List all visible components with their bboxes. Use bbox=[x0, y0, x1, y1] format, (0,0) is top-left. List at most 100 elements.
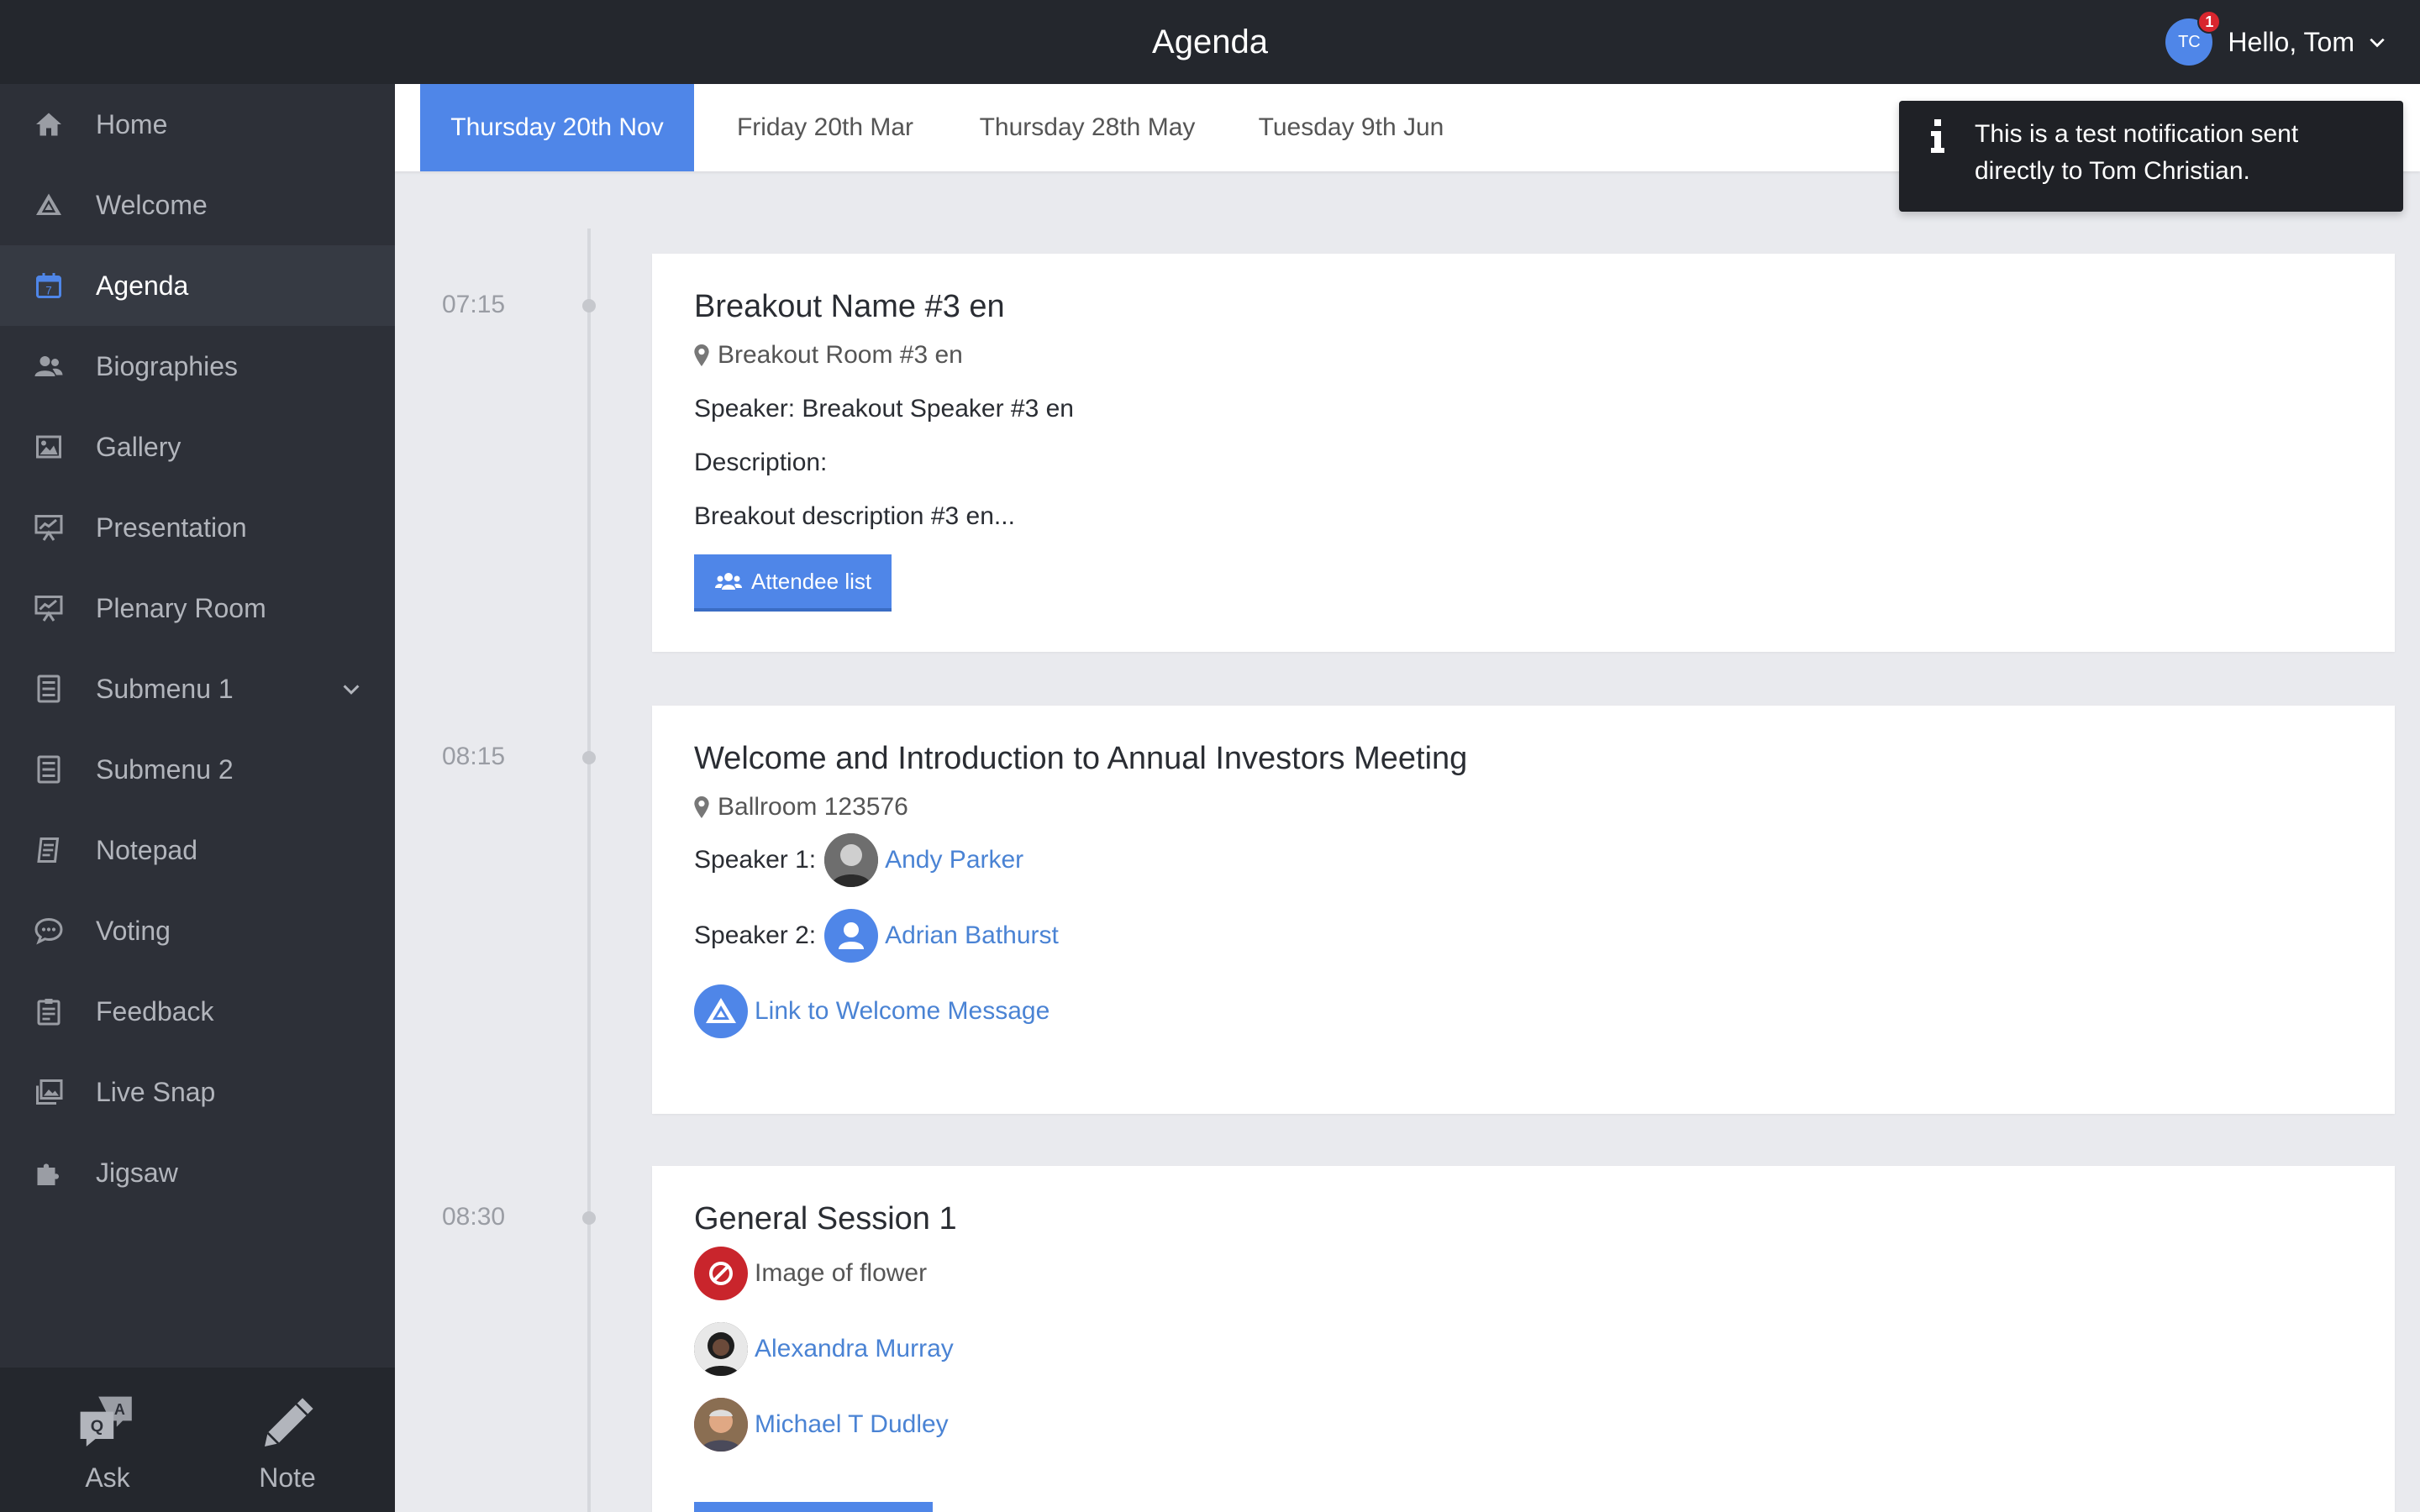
description-text: Breakout description #3 en... bbox=[694, 502, 1015, 530]
image-icon bbox=[32, 430, 66, 464]
session-title[interactable]: Breakout Name #3 en bbox=[694, 289, 1005, 325]
person-row: Alexandra Murray bbox=[694, 1322, 954, 1376]
sidebar-item-welcome[interactable]: Welcome bbox=[0, 165, 395, 245]
person-link[interactable]: Alexandra Murray bbox=[755, 1335, 954, 1363]
session-card: General Session 1 Image of flower Alexan… bbox=[652, 1166, 2395, 1512]
note-button[interactable]: Note bbox=[212, 1368, 363, 1512]
notepad-icon bbox=[32, 833, 66, 867]
tab-friday-20th-mar[interactable]: Friday 20th Mar bbox=[706, 84, 944, 171]
chat-icon bbox=[32, 914, 66, 948]
svg-text:A: A bbox=[114, 1401, 125, 1418]
user-menu[interactable]: TC 1 Hello, Tom bbox=[2165, 0, 2386, 84]
ban-icon bbox=[694, 1247, 748, 1300]
avatar[interactable]: TC 1 bbox=[2165, 10, 2222, 66]
home-icon bbox=[32, 108, 66, 141]
person-link[interactable]: Michael T Dudley bbox=[755, 1410, 949, 1439]
person-photo-icon bbox=[694, 1398, 748, 1452]
session-location: Breakout Room #3 en bbox=[694, 341, 963, 370]
tab-tuesday-9th-jun[interactable]: Tuesday 9th Jun bbox=[1232, 84, 1470, 171]
avatar[interactable] bbox=[824, 833, 879, 887]
calendar-icon: 7 bbox=[32, 269, 66, 302]
sidebar-item-voting[interactable]: Voting bbox=[0, 890, 395, 971]
svg-text:Q: Q bbox=[91, 1417, 103, 1436]
sidebar-item-plenary-room[interactable]: Plenary Room bbox=[0, 568, 395, 648]
location-label: Breakout Room #3 en bbox=[718, 341, 963, 369]
sidebar-item-label: Gallery bbox=[96, 431, 182, 462]
session-time: 07:15 bbox=[442, 291, 506, 318]
speaker-link[interactable]: Adrian Bathurst bbox=[885, 921, 1059, 950]
puzzle-icon bbox=[32, 1156, 66, 1189]
sidebar-item-label: Biographies bbox=[96, 350, 238, 381]
sidebar-item-jigsaw[interactable]: Jigsaw bbox=[0, 1132, 395, 1213]
sidebar-item-submenu-1[interactable]: Submenu 1 bbox=[0, 648, 395, 729]
chevron-down-icon[interactable] bbox=[2368, 33, 2386, 51]
speaker-label: Speaker 2: bbox=[694, 921, 817, 949]
link-row: Link to Welcome Message bbox=[694, 984, 1050, 1038]
chevron-down-icon[interactable] bbox=[341, 679, 361, 699]
map-marker-icon bbox=[694, 796, 709, 818]
person-photo-icon bbox=[824, 833, 879, 887]
ask-label: Ask bbox=[85, 1462, 130, 1493]
speaker-line: Speaker: Breakout Speaker #3 en bbox=[694, 395, 1074, 423]
pencil-icon bbox=[265, 1398, 313, 1446]
sidebar-item-live-snap[interactable]: Live Snap bbox=[0, 1052, 395, 1132]
sidebar-item-label: Submenu 1 bbox=[96, 673, 234, 704]
notification-toast[interactable]: This is a test notification sent directl… bbox=[1899, 101, 2403, 212]
timeline-dot bbox=[582, 1211, 596, 1225]
sidebar-item-submenu-2[interactable]: Submenu 2 bbox=[0, 729, 395, 810]
session-location: Ballroom 123576 bbox=[694, 793, 908, 822]
notification-text: This is a test notification sent directl… bbox=[1975, 120, 2299, 185]
ask-button[interactable]: A Q Ask bbox=[32, 1368, 183, 1512]
sidebar-item-label: Home bbox=[96, 108, 168, 139]
user-greeting[interactable]: Hello, Tom bbox=[2228, 27, 2354, 58]
sidebar-item-agenda[interactable]: 7 Agenda bbox=[0, 245, 395, 326]
button-label: Attendee list bbox=[751, 568, 872, 594]
presentation-icon bbox=[32, 511, 66, 544]
speaker-link[interactable]: Andy Parker bbox=[885, 846, 1023, 874]
session-button-partial[interactable] bbox=[694, 1502, 933, 1512]
sidebar-bottom-bar: A Q Ask Note bbox=[0, 1368, 395, 1512]
timeline-dot bbox=[582, 751, 596, 764]
session-title[interactable]: Welcome and Introduction to Annual Inves… bbox=[694, 741, 1467, 777]
tab-thursday-28th-may[interactable]: Thursday 28th May bbox=[960, 84, 1215, 171]
sidebar-item-presentation[interactable]: Presentation bbox=[0, 487, 395, 568]
sidebar-item-label: Voting bbox=[96, 915, 171, 946]
timeline-dot bbox=[582, 299, 596, 312]
clipboard-icon bbox=[32, 995, 66, 1028]
attendee-list-button[interactable]: Attendee list bbox=[694, 554, 892, 612]
sidebar-item-notepad[interactable]: Notepad bbox=[0, 810, 395, 890]
sidebar-item-biographies[interactable]: Biographies bbox=[0, 326, 395, 407]
speaker-label: Speaker 1: bbox=[694, 846, 817, 874]
session-card: Welcome and Introduction to Annual Inves… bbox=[652, 706, 2395, 1114]
person-row: Michael T Dudley bbox=[694, 1398, 949, 1452]
sidebar-item-gallery[interactable]: Gallery bbox=[0, 407, 395, 487]
sidebar-item-home[interactable]: Home bbox=[0, 84, 395, 165]
sidebar-item-label: Welcome bbox=[96, 189, 208, 220]
qa-icon: A Q bbox=[80, 1396, 132, 1446]
session-time: 08:15 bbox=[442, 743, 506, 770]
list-icon bbox=[32, 753, 66, 786]
svg-text:7: 7 bbox=[45, 285, 52, 297]
triangle-logo-icon bbox=[32, 188, 66, 222]
welcome-message-link[interactable]: Link to Welcome Message bbox=[755, 997, 1050, 1026]
triangle-logo-icon[interactable] bbox=[694, 984, 748, 1038]
info-icon bbox=[1931, 119, 1944, 153]
map-marker-icon bbox=[694, 344, 709, 366]
resource-label[interactable]: Image of flower bbox=[755, 1259, 927, 1288]
users-icon bbox=[32, 349, 66, 383]
sidebar-item-label: Notepad bbox=[96, 834, 197, 865]
resource-row: Image of flower bbox=[694, 1247, 927, 1300]
note-label: Note bbox=[259, 1462, 316, 1493]
avatar[interactable] bbox=[824, 909, 879, 963]
session-title[interactable]: General Session 1 bbox=[694, 1201, 957, 1237]
description-label: Description: bbox=[694, 449, 828, 476]
avatar[interactable] bbox=[694, 1398, 748, 1452]
notification-badge: 1 bbox=[2197, 10, 2222, 34]
sidebar-item-feedback[interactable]: Feedback bbox=[0, 971, 395, 1052]
photos-icon bbox=[32, 1075, 66, 1109]
avatar[interactable] bbox=[694, 1322, 748, 1376]
tab-thursday-20th-nov[interactable]: Thursday 20th Nov bbox=[420, 84, 694, 171]
sidebar-item-label: Agenda bbox=[96, 270, 189, 301]
sidebar-item-label: Plenary Room bbox=[96, 592, 266, 623]
sidebar-item-label: Live Snap bbox=[96, 1076, 216, 1107]
